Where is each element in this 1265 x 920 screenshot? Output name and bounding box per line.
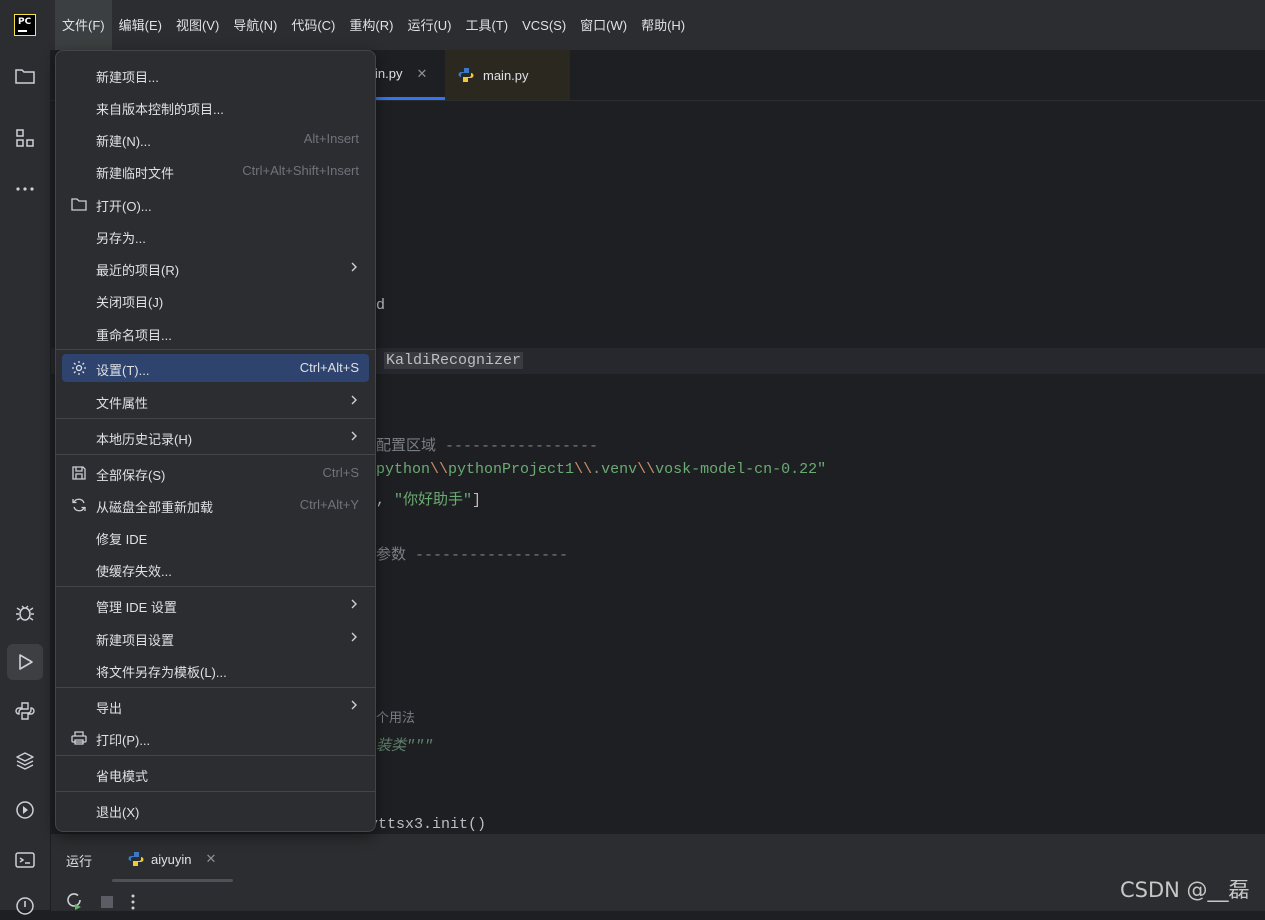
docstring-line: 装类""" bbox=[376, 738, 434, 755]
menu-separator bbox=[56, 418, 375, 419]
chevron-right-icon bbox=[347, 629, 361, 645]
code-line: KaldiRecognizer bbox=[384, 352, 524, 369]
structure-icon[interactable] bbox=[11, 124, 39, 152]
file-menu-dropdown: 新建项目... 来自版本控制的项目... 新建(N)... Alt+Insert … bbox=[55, 50, 376, 832]
menu-item-close-project[interactable]: 关闭项目(J) bbox=[62, 286, 369, 314]
tab-main-py[interactable]: main.py bbox=[445, 50, 570, 100]
save-icon bbox=[70, 464, 88, 482]
menu-item-settings[interactable]: 设置(T)... Ctrl+Alt+S bbox=[62, 354, 369, 382]
usage-hint: 个用法 bbox=[376, 710, 416, 725]
menu-file[interactable]: 文件(F) bbox=[55, 0, 112, 50]
menu-tools[interactable]: 工具(T) bbox=[458, 0, 515, 50]
debug-bug-icon[interactable] bbox=[11, 598, 39, 626]
menu-separator bbox=[56, 687, 375, 688]
menu-item-new-project-settings[interactable]: 新建项目设置 bbox=[62, 624, 369, 652]
python-console-icon[interactable] bbox=[11, 697, 39, 725]
menu-item-open[interactable]: 打开(O)... bbox=[62, 190, 369, 218]
menu-item-repair-ide[interactable]: 修复 IDE bbox=[62, 523, 369, 551]
project-folder-icon[interactable] bbox=[11, 62, 39, 90]
comment-line: 参数 ----------------- bbox=[376, 547, 569, 564]
menu-item-project-from-vcs[interactable]: 来自版本控制的项目... bbox=[62, 93, 369, 121]
printer-icon bbox=[70, 729, 88, 747]
menu-help[interactable]: 帮助(H) bbox=[634, 0, 692, 50]
menu-item-new[interactable]: 新建(N)... Alt+Insert bbox=[62, 125, 369, 153]
code-line: python\\pythonProject1\\.venv\\vosk-mode… bbox=[376, 461, 827, 478]
menu-item-new-scratch-file[interactable]: 新建临时文件 Ctrl+Alt+Shift+Insert bbox=[62, 157, 369, 185]
kaldi-identifier: KaldiRecognizer bbox=[384, 352, 524, 369]
tab-label: main.py bbox=[483, 67, 529, 83]
main-menu-bar: 文件(F) 编辑(E) 视图(V) 导航(N) 代码(C) 重构(R) 运行(U… bbox=[55, 0, 692, 50]
chevron-right-icon bbox=[347, 259, 361, 275]
tab-underline bbox=[112, 879, 233, 882]
run-tool-window: 运行 aiyuyin ✕ bbox=[51, 833, 1265, 911]
layers-icon[interactable] bbox=[11, 747, 39, 775]
chevron-right-icon bbox=[347, 392, 361, 408]
code-line: d bbox=[376, 297, 386, 314]
folder-icon bbox=[70, 195, 88, 213]
code-line: yttsx3.init() bbox=[369, 816, 487, 833]
menu-item-new-project[interactable]: 新建项目... bbox=[62, 61, 369, 89]
menu-item-save-all[interactable]: 全部保存(S) Ctrl+S bbox=[62, 459, 369, 487]
title-bar: PC 文件(F) 编辑(E) 视图(V) 导航(N) 代码(C) 重构(R) 运… bbox=[0, 0, 1265, 50]
run-play-icon[interactable] bbox=[7, 644, 43, 680]
reload-icon bbox=[70, 496, 88, 514]
menu-item-reload-all[interactable]: 从磁盘全部重新加载 Ctrl+Alt+Y bbox=[62, 491, 369, 519]
menu-view[interactable]: 视图(V) bbox=[169, 0, 226, 50]
menu-item-exit[interactable]: 退出(X) bbox=[62, 796, 369, 824]
menu-separator bbox=[56, 755, 375, 756]
gear-icon bbox=[70, 359, 88, 377]
chevron-right-icon bbox=[347, 697, 361, 713]
pycharm-logo[interactable]: PC bbox=[14, 14, 36, 36]
menu-item-save-as-template[interactable]: 将文件另存为模板(L)... bbox=[62, 656, 369, 684]
services-icon[interactable] bbox=[11, 796, 39, 824]
run-config-label: aiyuyin bbox=[151, 851, 192, 867]
watermark: CSDN @__磊 bbox=[1120, 878, 1250, 902]
chevron-right-icon bbox=[347, 428, 361, 444]
close-icon[interactable]: ✕ bbox=[416, 66, 427, 82]
menu-code[interactable]: 代码(C) bbox=[284, 0, 342, 50]
run-config-tab[interactable]: aiyuyin ✕ bbox=[127, 850, 216, 868]
more-tools-icon[interactable] bbox=[11, 174, 39, 202]
menu-item-local-history[interactable]: 本地历史记录(H) bbox=[62, 423, 369, 451]
menu-navigate[interactable]: 导航(N) bbox=[226, 0, 284, 50]
left-tool-strip bbox=[0, 50, 51, 915]
run-panel-title: 运行 bbox=[66, 854, 93, 869]
menu-separator bbox=[56, 349, 375, 350]
menu-item-manage-ide-settings[interactable]: 管理 IDE 设置 bbox=[62, 591, 369, 619]
menu-edit[interactable]: 编辑(E) bbox=[112, 0, 169, 50]
menu-item-power-save-mode[interactable]: 省电模式 bbox=[62, 760, 369, 788]
problems-icon[interactable] bbox=[11, 892, 39, 920]
menu-run[interactable]: 运行(U) bbox=[400, 0, 458, 50]
menu-window[interactable]: 窗口(W) bbox=[573, 0, 634, 50]
chevron-right-icon bbox=[347, 596, 361, 612]
tab-label: in.py bbox=[375, 66, 403, 81]
menu-vcs[interactable]: VCS(S) bbox=[515, 0, 573, 50]
menu-item-print[interactable]: 打印(P)... bbox=[62, 724, 369, 752]
menu-separator bbox=[56, 454, 375, 455]
menu-refactor[interactable]: 重构(R) bbox=[342, 0, 400, 50]
menu-item-recent-projects[interactable]: 最近的项目(R) bbox=[62, 254, 369, 282]
menu-item-rename-project[interactable]: 重命名项目... bbox=[62, 319, 369, 347]
code-line: , "你好助手"] bbox=[376, 492, 482, 509]
menu-separator bbox=[56, 586, 375, 587]
python-file-icon bbox=[127, 850, 145, 868]
comment-line: 配置区域 ----------------- bbox=[376, 438, 599, 455]
python-file-icon bbox=[457, 66, 475, 84]
menu-separator bbox=[56, 791, 375, 792]
close-icon[interactable]: ✕ bbox=[205, 851, 216, 867]
menu-item-export[interactable]: 导出 bbox=[62, 692, 369, 720]
terminal-icon[interactable] bbox=[11, 846, 39, 874]
menu-item-invalidate-caches[interactable]: 使缓存失效... bbox=[62, 555, 369, 583]
menu-item-save-as[interactable]: 另存为... bbox=[62, 222, 369, 250]
menu-item-file-properties[interactable]: 文件属性 bbox=[62, 387, 369, 415]
